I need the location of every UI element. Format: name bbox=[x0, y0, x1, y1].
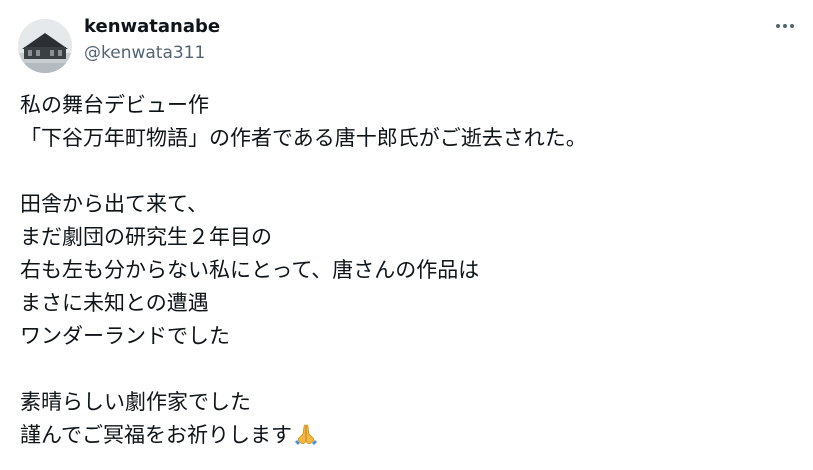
author-handle[interactable]: @kenwata311 bbox=[84, 40, 220, 66]
tweet-line: まだ劇団の研究生２年目の bbox=[20, 225, 272, 249]
author-display-name[interactable]: kenwatanabe bbox=[84, 14, 220, 40]
author-block: kenwatanabe @kenwata311 bbox=[84, 14, 220, 66]
more-horizontal-icon bbox=[775, 24, 796, 28]
tweet-card: kenwatanabe @kenwata311 私の舞台デビュー作 「下谷万年町… bbox=[0, 0, 813, 470]
tweet-line: 右も左も分からない私にとって、唐さんの作品は bbox=[20, 258, 480, 282]
tweet-line: 田舎から出て来て、 bbox=[20, 192, 208, 216]
more-options-button[interactable] bbox=[771, 14, 799, 38]
avatar[interactable] bbox=[18, 19, 72, 73]
tweet-line-last: 謹んでご冥福をお祈りします bbox=[20, 419, 800, 452]
tweet-line: 素晴らしい劇作家でした bbox=[20, 390, 251, 414]
folded-hands-icon bbox=[294, 422, 318, 456]
tweet-line: 「下谷万年町物語」の作者である唐十郎氏がご逝去された。 bbox=[20, 126, 587, 150]
tweet-line: まさに未知との遭遇 bbox=[20, 291, 209, 315]
tweet-text: 私の舞台デビュー作 「下谷万年町物語」の作者である唐十郎氏がご逝去された。 田舎… bbox=[20, 89, 800, 452]
avatar-image bbox=[18, 19, 72, 73]
tweet-line: ワンダーランドでした bbox=[20, 324, 230, 348]
tweet-line-text: 謹んでご冥福をお祈りします bbox=[20, 423, 292, 447]
tweet-line: 私の舞台デビュー作 bbox=[20, 93, 209, 117]
tweet-line bbox=[20, 353, 800, 386]
tweet-line bbox=[20, 155, 800, 188]
